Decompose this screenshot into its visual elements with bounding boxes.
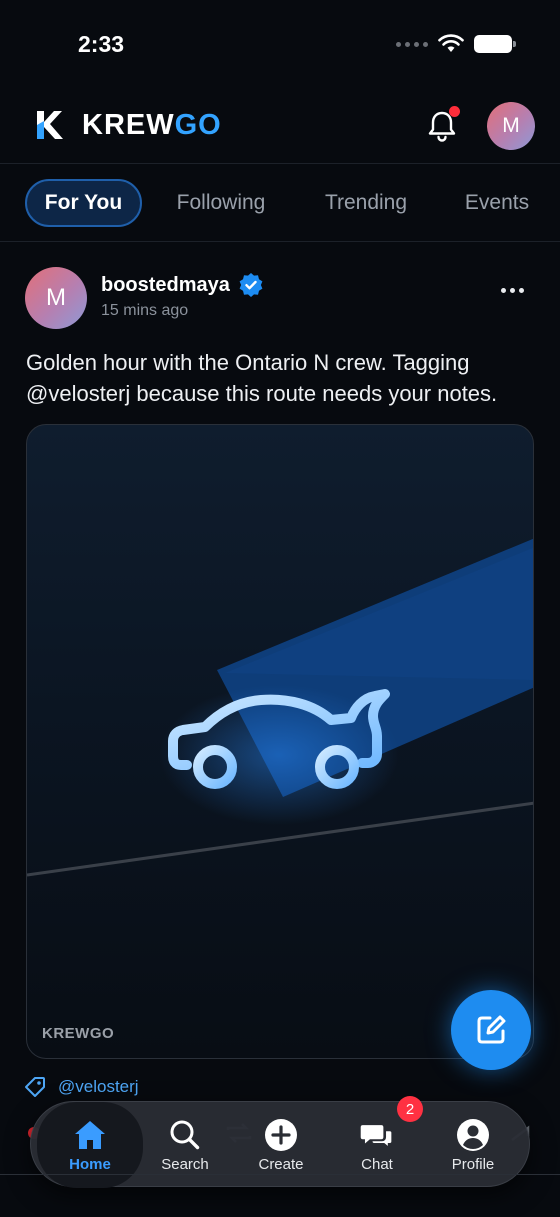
tagged-users-row[interactable]: @velosterj bbox=[24, 1076, 139, 1098]
post-media[interactable]: KREWGO bbox=[26, 424, 534, 1059]
tag-icon bbox=[25, 1077, 45, 1097]
battery-icon bbox=[474, 35, 516, 53]
status-icons bbox=[396, 34, 516, 54]
nav-profile-label: Profile bbox=[451, 1155, 495, 1173]
status-bar: 2:33 bbox=[0, 0, 560, 92]
user-avatar[interactable]: M bbox=[487, 102, 535, 150]
nav-create-label: Create bbox=[258, 1155, 304, 1173]
user-icon bbox=[456, 1118, 490, 1152]
post-author-avatar[interactable]: M bbox=[25, 267, 87, 329]
cellular-signal-icon bbox=[396, 41, 428, 47]
more-options-icon[interactable] bbox=[497, 280, 527, 300]
post-media-illustration bbox=[27, 538, 533, 877]
chat-icon bbox=[360, 1118, 394, 1152]
home-icon bbox=[73, 1118, 107, 1152]
tab-trending[interactable]: Trending bbox=[306, 179, 426, 227]
nav-home-label: Home bbox=[69, 1155, 111, 1173]
search-icon bbox=[168, 1118, 202, 1152]
divider bbox=[0, 1174, 560, 1175]
wifi-icon bbox=[438, 34, 464, 52]
nav-profile[interactable]: Profile bbox=[433, 1102, 513, 1188]
notification-dot bbox=[449, 106, 460, 117]
verified-badge-icon bbox=[239, 273, 263, 297]
post-username[interactable]: boostedmaya bbox=[101, 274, 230, 297]
nav-search-label: Search bbox=[161, 1155, 209, 1173]
post-caption: Golden hour with the Ontario N crew. Tag… bbox=[26, 350, 498, 406]
chat-unread-badge: 2 bbox=[397, 1096, 423, 1122]
nav-chat-label: Chat bbox=[361, 1155, 393, 1173]
nav-home[interactable]: Home bbox=[37, 1102, 143, 1188]
app-header: KREWGO M bbox=[0, 92, 560, 164]
nav-create[interactable]: Create bbox=[241, 1102, 321, 1188]
media-watermark: KREWGO bbox=[42, 1025, 115, 1042]
tab-events[interactable]: Events bbox=[450, 179, 544, 227]
compose-fab-button[interactable] bbox=[451, 990, 531, 1070]
krewgo-logo-icon[interactable] bbox=[34, 108, 64, 142]
feed-tabs: For You Following Trending Events bbox=[0, 164, 560, 242]
status-time: 2:33 bbox=[78, 31, 125, 57]
nav-search[interactable]: Search bbox=[145, 1102, 225, 1188]
tab-for-you[interactable]: For You bbox=[25, 179, 142, 227]
tagged-username[interactable]: @velosterj bbox=[58, 1077, 139, 1097]
plus-circle-icon bbox=[264, 1118, 298, 1152]
tab-following[interactable]: Following bbox=[160, 179, 282, 227]
brand-name: KREWGO bbox=[82, 109, 222, 141]
post-timestamp: 15 mins ago bbox=[101, 302, 189, 319]
post-author[interactable]: boostedmaya bbox=[101, 272, 264, 298]
edit-icon bbox=[477, 1015, 506, 1044]
